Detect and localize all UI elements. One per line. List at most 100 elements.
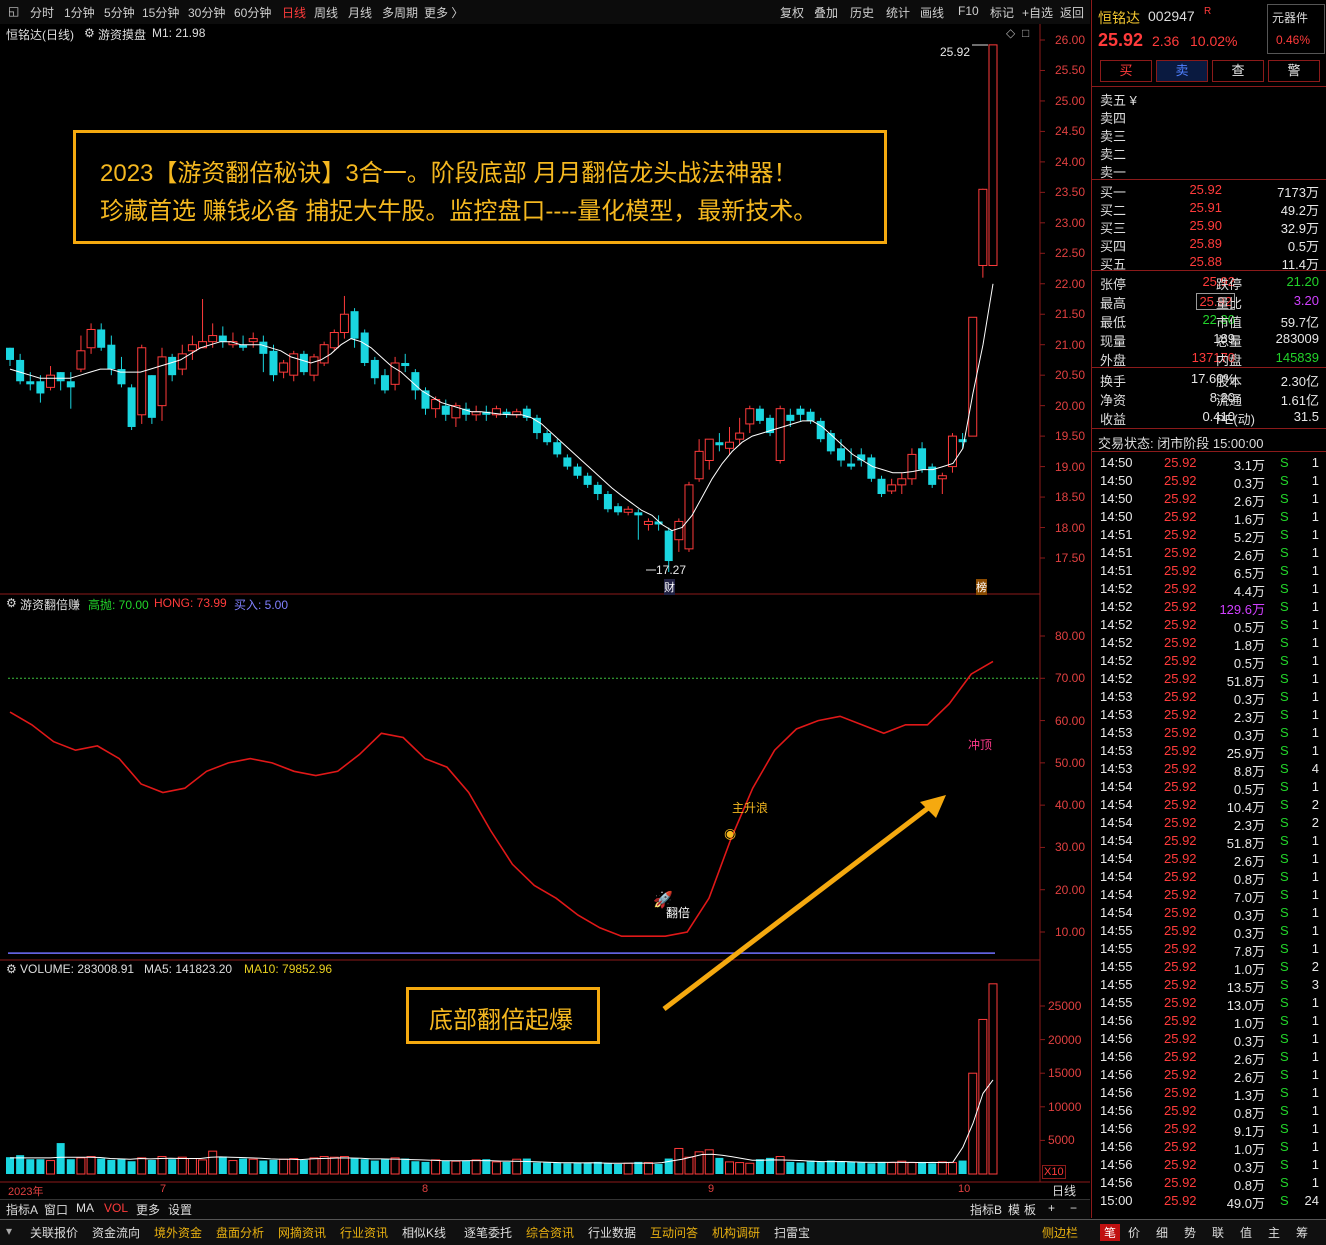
bottom-tab-arrow-icon[interactable]: ▾ xyxy=(6,1224,12,1238)
period-tab-monthly[interactable]: 月线 xyxy=(348,4,372,21)
bottom-tab-11[interactable]: 机构调研 xyxy=(712,1224,760,1241)
tick-time: 14:56 xyxy=(1100,1067,1133,1082)
tick-count: 1 xyxy=(1311,455,1319,470)
volume-bar-up xyxy=(86,1156,96,1175)
quote-tab-2[interactable]: 细 xyxy=(1156,1224,1168,1241)
period-tab-5min[interactable]: 5分钟 xyxy=(104,4,135,21)
chart-diamond-icon[interactable]: ◇ xyxy=(1006,26,1015,40)
tick-side: S xyxy=(1280,833,1289,848)
period-tab-1min[interactable]: 1分钟 xyxy=(64,4,95,21)
quote-tab-7[interactable]: 筹 xyxy=(1296,1224,1308,1241)
sell-button[interactable]: 卖 xyxy=(1156,60,1208,82)
indicator-tab-ma[interactable]: MA xyxy=(76,1201,94,1215)
low-price-label: 17.27 xyxy=(656,563,687,577)
oscillator-line xyxy=(9,660,994,937)
toolbar-menu-icon[interactable]: ◱ xyxy=(8,4,19,18)
tick-time: 14:52 xyxy=(1100,599,1133,614)
volume-bar-up xyxy=(187,1158,197,1175)
quote-tab-4[interactable]: 联 xyxy=(1212,1224,1224,1241)
indicator-tab-settings[interactable]: 设置 xyxy=(168,1201,192,1218)
indicator-tab-window[interactable]: 窗口 xyxy=(44,1201,68,1218)
chart-square-icon[interactable]: □ xyxy=(1022,26,1029,40)
bottom-tab-2[interactable]: 境外资金 xyxy=(154,1224,202,1241)
tick-side: S xyxy=(1280,1049,1289,1064)
volume-bar-down xyxy=(634,1161,643,1174)
tool-draw-line[interactable]: 画线 xyxy=(920,4,944,21)
quote-tab-5[interactable]: 值 xyxy=(1240,1224,1252,1241)
tick-price: 25.92 xyxy=(1164,1121,1197,1136)
tool-f10[interactable]: F10 xyxy=(958,4,979,18)
tick-price: 25.92 xyxy=(1164,1157,1197,1172)
tool-mark[interactable]: 标记 xyxy=(990,4,1014,21)
bottom-tab-13[interactable]: 侧边栏 xyxy=(1042,1224,1078,1241)
tool-overlay[interactable]: 叠加 xyxy=(814,4,838,21)
tool-add-watchlist[interactable]: +自选 xyxy=(1022,4,1053,21)
period-tab-weekly[interactable]: 周线 xyxy=(314,4,338,21)
bottom-tab-3[interactable]: 盘面分析 xyxy=(216,1224,264,1241)
zoom-out-button[interactable]: − xyxy=(1070,1201,1077,1215)
period-tab-timeshare[interactable]: 分时 xyxy=(30,4,54,21)
event-marker-cai[interactable]: 财 xyxy=(664,579,675,595)
period-tab-multi[interactable]: 多周期 xyxy=(382,4,418,21)
volume-bar-down xyxy=(360,1159,369,1174)
bottom-tab-7[interactable]: 逐笔委托 xyxy=(464,1224,512,1241)
main-chart-gear-icon[interactable]: ⚙ xyxy=(84,26,95,40)
tick-count: 1 xyxy=(1311,599,1319,614)
date-label-7: 7 xyxy=(160,1183,167,1195)
indicator-tab-more[interactable]: 更多 xyxy=(136,1201,160,1218)
zoom-in-button[interactable]: + xyxy=(1048,1201,1055,1215)
quote-tab-6[interactable]: 主 xyxy=(1268,1224,1280,1241)
sector-box[interactable]: 元器件 0.46% xyxy=(1267,4,1325,54)
bottom-tab-12[interactable]: 扫雷宝 xyxy=(774,1224,810,1241)
tool-history[interactable]: 历史 xyxy=(850,4,874,21)
quote-tab-0[interactable]: 笔 xyxy=(1100,1224,1121,1241)
osc-tick-label: 50.00 xyxy=(1055,755,1086,770)
quote-tab-3[interactable]: 势 xyxy=(1184,1224,1196,1241)
osc-tick-label: 80.00 xyxy=(1055,629,1086,643)
bottom-tab-8[interactable]: 综合资讯 xyxy=(526,1224,574,1241)
buy-button[interactable]: 买 xyxy=(1100,60,1152,82)
tool-statistics[interactable]: 统计 xyxy=(886,4,910,21)
tick-side: S xyxy=(1280,653,1289,668)
price-tick-label: 19.50 xyxy=(1055,429,1086,444)
template-tab-2[interactable]: 板 xyxy=(1024,1201,1036,1218)
template-tab-1[interactable]: 模 xyxy=(1008,1201,1020,1218)
period-tab-daily[interactable]: 日线 xyxy=(282,4,306,21)
osc-tick-label: 30.00 xyxy=(1055,840,1086,855)
indicator-tab-a[interactable]: 指标A xyxy=(6,1201,38,1218)
period-tab-30min[interactable]: 30分钟 xyxy=(188,4,225,21)
bottom-tab-6[interactable]: 相似K线 xyxy=(402,1224,446,1241)
bottom-tab-4[interactable]: 网摘资讯 xyxy=(278,1224,326,1241)
tick-count: 1 xyxy=(1311,491,1319,506)
tick-price: 25.92 xyxy=(1164,707,1197,722)
period-tab-15min[interactable]: 15分钟 xyxy=(142,4,179,21)
indicator-tab-vol[interactable]: VOL xyxy=(104,1201,128,1215)
bottom-tab-10[interactable]: 互动问答 xyxy=(650,1224,698,1241)
tick-volume: 13.0万 xyxy=(1226,998,1265,1013)
query-button[interactable]: 查 xyxy=(1212,60,1264,82)
chart-area[interactable]: 恒铭达(日线) ⚙ 游资摸盘 M1: 21.98 ◇ □ 25.92 17.27… xyxy=(0,24,1090,1198)
candle-body-up xyxy=(177,353,187,370)
period-tab-more[interactable]: 更多 〉 xyxy=(424,4,463,21)
indicator-tab-b[interactable]: 指标B xyxy=(970,1201,1002,1218)
price-tick-label: 24.00 xyxy=(1055,154,1086,169)
vol-gear-icon[interactable]: ⚙ xyxy=(6,962,17,976)
tool-restore-rights[interactable]: 复权 xyxy=(780,4,804,21)
event-marker-bang[interactable]: 榜 xyxy=(976,579,987,595)
bottom-tab-9[interactable]: 行业数据 xyxy=(588,1224,636,1241)
tick-time: 14:53 xyxy=(1100,689,1133,704)
quote-tab-1[interactable]: 价 xyxy=(1128,1224,1140,1241)
bottom-tab-5[interactable]: 行业资讯 xyxy=(340,1224,388,1241)
volume-bar-up xyxy=(76,1157,86,1175)
bottom-tab-0[interactable]: 关联报价 xyxy=(30,1224,78,1241)
osc-gear-icon[interactable]: ⚙ xyxy=(6,596,17,610)
period-tab-60min[interactable]: 60分钟 xyxy=(234,4,271,21)
tick-time: 14:55 xyxy=(1100,995,1133,1010)
bottom-promo-box: 底部翻倍起爆 xyxy=(406,987,600,1044)
tick-volume: 1.0万 xyxy=(1233,1016,1265,1031)
alert-button[interactable]: 警 xyxy=(1268,60,1320,82)
tick-volume: 0.3万 xyxy=(1233,1160,1265,1175)
tool-back[interactable]: 返回 xyxy=(1060,4,1084,21)
candle-body-up xyxy=(887,484,897,492)
bottom-tab-1[interactable]: 资金流向 xyxy=(92,1224,140,1241)
